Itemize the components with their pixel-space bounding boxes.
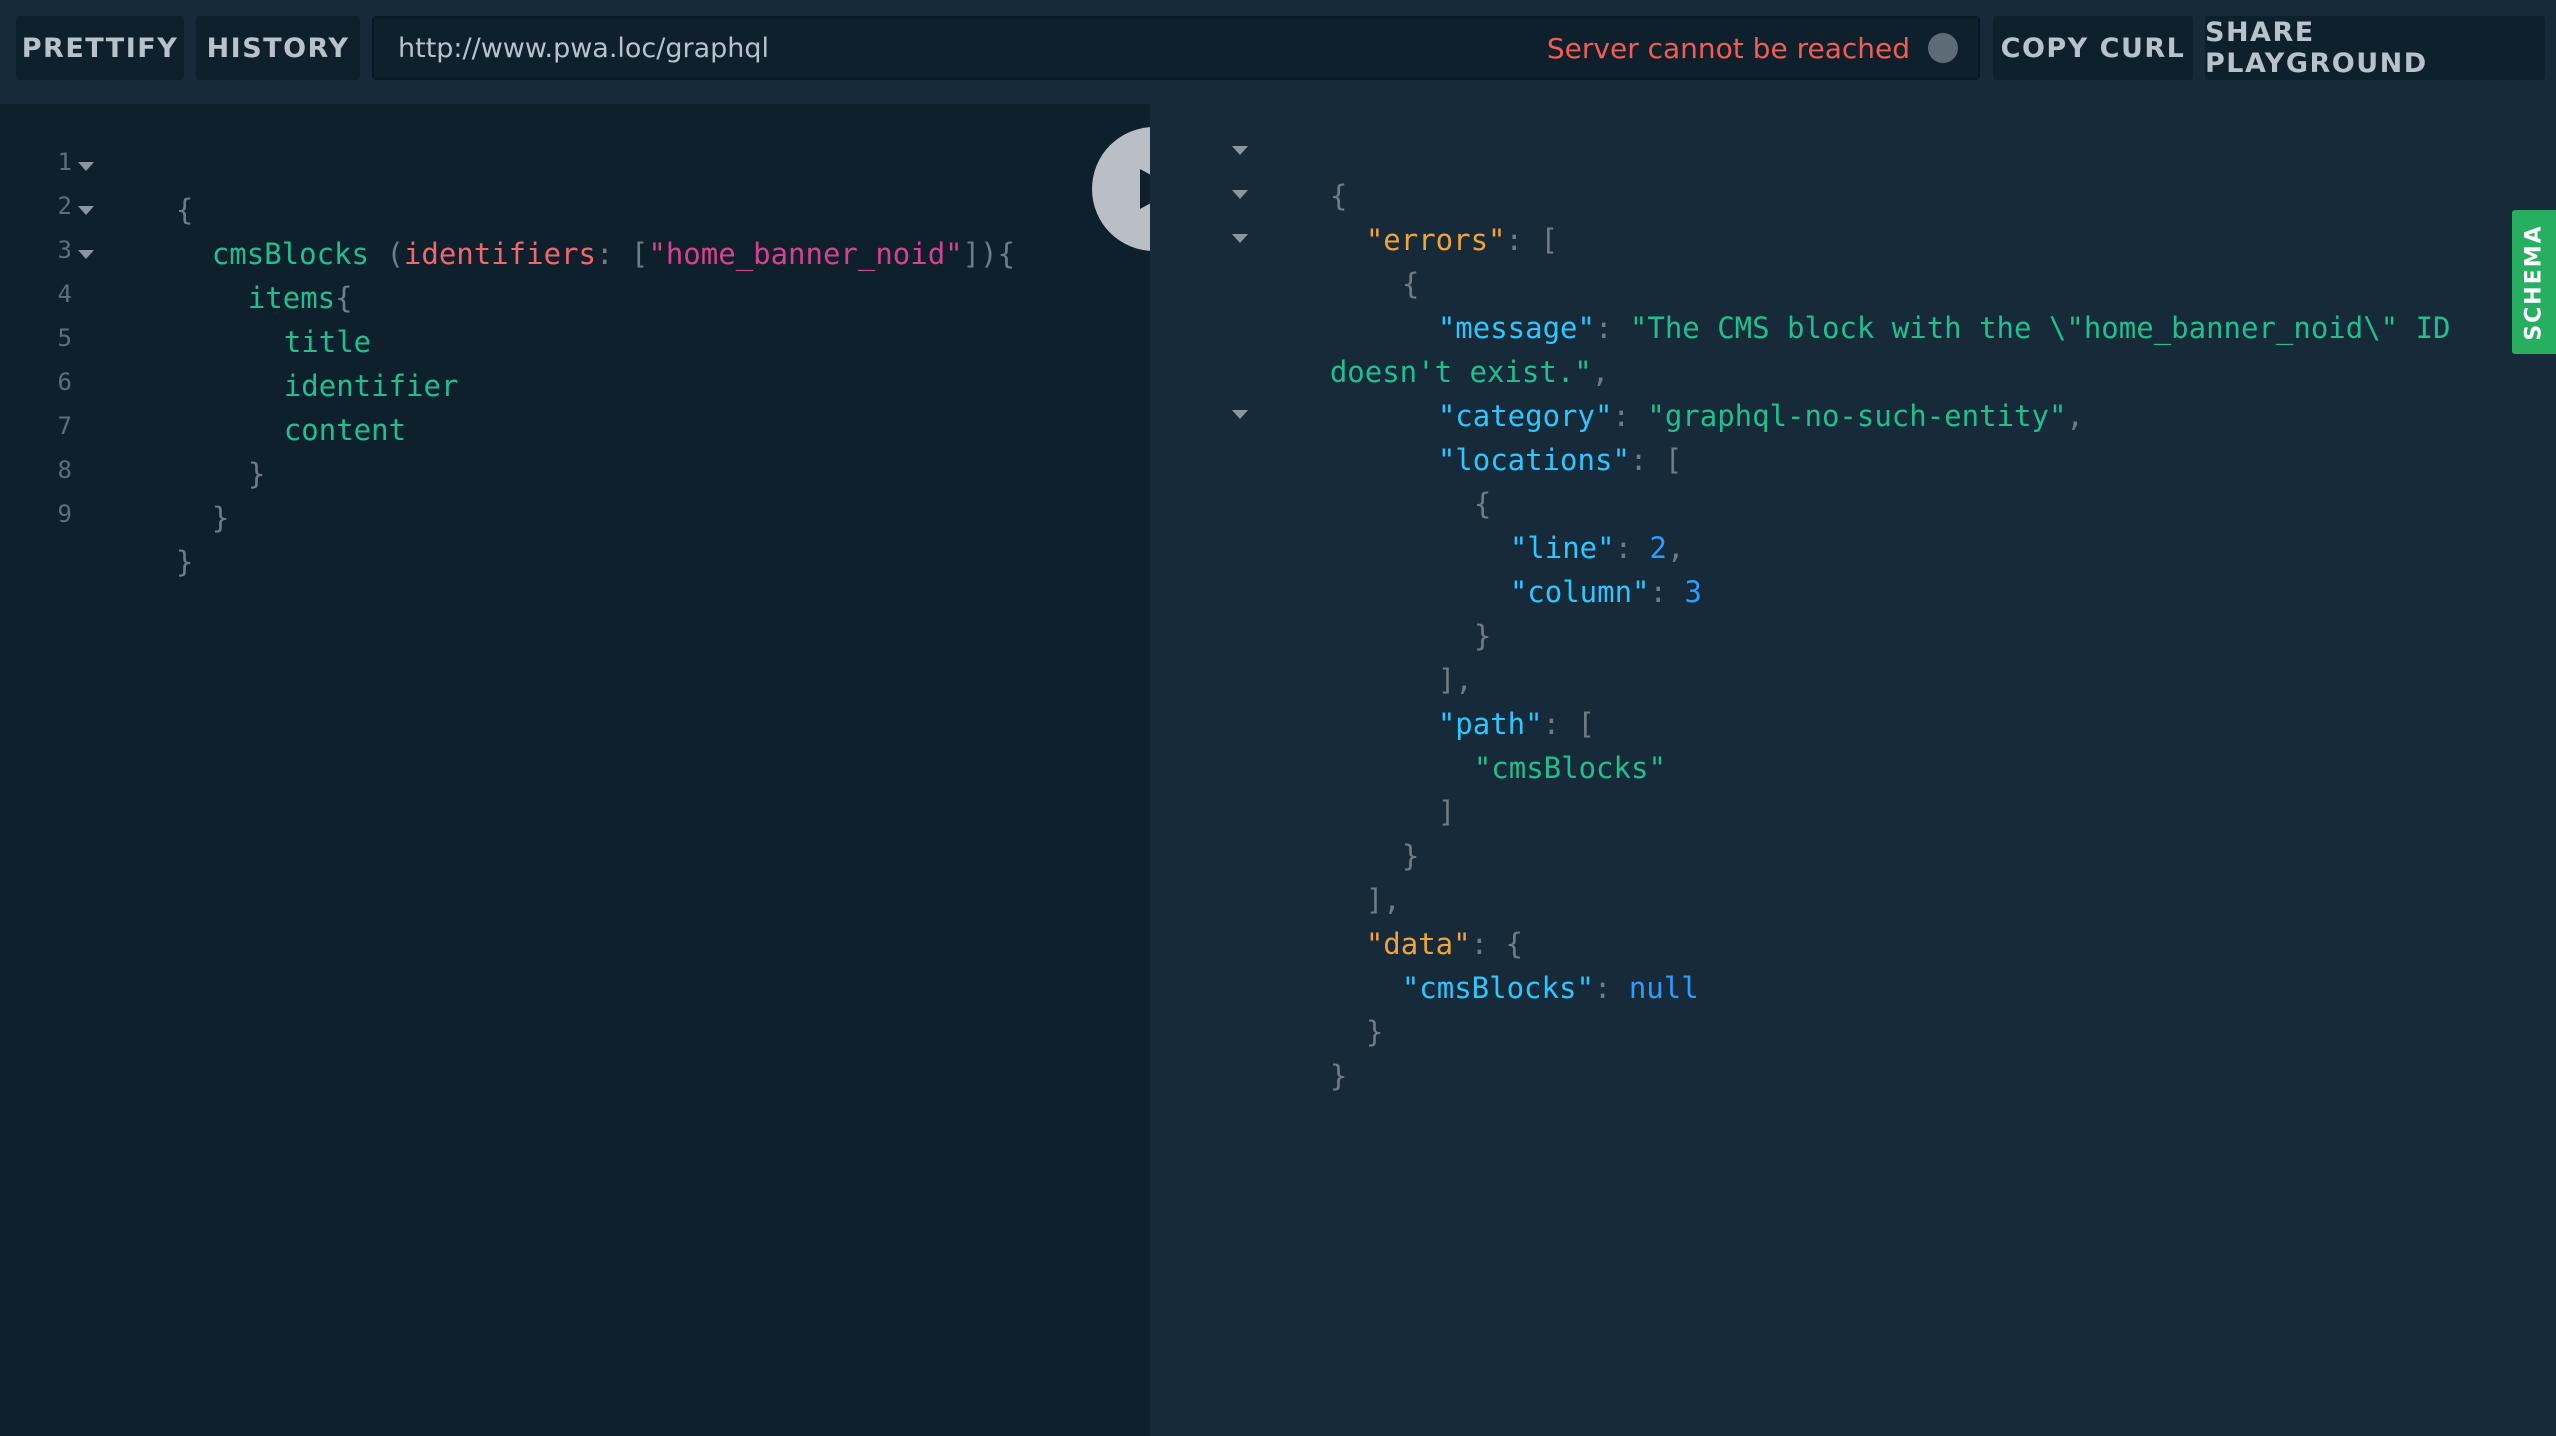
line-number: 3 bbox=[57, 236, 72, 264]
result-line: "errors": [ bbox=[1296, 174, 1558, 257]
line-number: 7 bbox=[57, 412, 72, 440]
result-line: "message": "The CMS block with the \"hom… bbox=[1437, 311, 2451, 345]
code-line-3: items{ bbox=[178, 232, 353, 315]
server-status-text: Server cannot be reached bbox=[1546, 31, 1910, 65]
endpoint-url-input[interactable]: http://www.pwa.loc/graphql Server cannot… bbox=[372, 16, 1980, 80]
json-string: "The CMS block with the \"home_banner_no… bbox=[1629, 311, 2451, 345]
result-line: "path": [ bbox=[1368, 658, 1595, 741]
code-line-6: content bbox=[214, 364, 406, 447]
line-number: 6 bbox=[57, 368, 72, 396]
brace: } bbox=[247, 457, 266, 491]
brace: } bbox=[1365, 1015, 1384, 1049]
brace: } bbox=[175, 545, 194, 579]
toolbar: PRETTIFY HISTORY http://www.pwa.loc/grap… bbox=[0, 0, 2556, 104]
fold-arrow-icon[interactable] bbox=[78, 162, 94, 171]
result-line: "data": { bbox=[1296, 878, 1523, 961]
brace: } bbox=[1401, 839, 1420, 873]
fold-arrow-icon[interactable] bbox=[1232, 410, 1248, 419]
json-key: "column" bbox=[1509, 575, 1650, 609]
code-line-4: title bbox=[214, 276, 371, 359]
fold-arrow-icon[interactable] bbox=[1232, 146, 1248, 155]
result-line: ], bbox=[1368, 614, 1473, 697]
json-string: "cmsBlocks" bbox=[1473, 751, 1666, 785]
json-string: "graphql-no-such-entity" bbox=[1647, 399, 2067, 433]
code-line-8: } bbox=[142, 452, 229, 535]
line-number: 8 bbox=[57, 456, 72, 484]
result-line: } bbox=[1332, 790, 1419, 873]
json-null: null bbox=[1628, 971, 1699, 1005]
result-viewer: { "errors": [ { "message": "The CMS bloc… bbox=[1150, 104, 2556, 1436]
field-name: content bbox=[283, 413, 407, 447]
code-line-2: cmsBlocks (identifiers: ["home_banner_no… bbox=[142, 188, 1015, 271]
brace: ]){ bbox=[962, 237, 1016, 271]
result-line: { bbox=[1404, 438, 1491, 521]
string-value: "home_banner_noid" bbox=[648, 237, 963, 271]
result-line: { bbox=[1260, 130, 1347, 213]
endpoint-url-text[interactable]: http://www.pwa.loc/graphql bbox=[398, 33, 769, 64]
result-line: "locations": [ bbox=[1368, 394, 1682, 477]
json-number: 3 bbox=[1684, 575, 1702, 609]
bracket: : [ bbox=[1629, 443, 1683, 477]
bracket: ] bbox=[1437, 795, 1456, 829]
code-line-9: } bbox=[106, 496, 193, 579]
copy-curl-button[interactable]: COPY CURL bbox=[1993, 16, 2193, 80]
result-line: { bbox=[1332, 218, 1419, 301]
line-number: 4 bbox=[57, 280, 72, 308]
history-button[interactable]: HISTORY bbox=[196, 16, 360, 80]
schema-tab-label: SCHEMA bbox=[2521, 223, 2547, 341]
bracket: : [ bbox=[1505, 223, 1558, 257]
code-line-7: } bbox=[178, 408, 265, 491]
line-number: 5 bbox=[57, 324, 72, 352]
code-line-5: identifier bbox=[214, 320, 459, 403]
result-line: ] bbox=[1368, 746, 1455, 829]
code-line-1: { bbox=[106, 144, 193, 227]
brace: } bbox=[1473, 619, 1492, 653]
result-line: "column": 3 bbox=[1509, 575, 1702, 609]
line-number: 2 bbox=[57, 192, 72, 220]
fold-arrow-icon[interactable] bbox=[1232, 234, 1248, 243]
result-line: } bbox=[1404, 570, 1491, 653]
colon: : bbox=[595, 237, 614, 271]
argument-name: identifiers bbox=[403, 237, 596, 271]
query-editor[interactable]: 1 2 3 4 5 6 7 8 9 { cmsBlocks (identifie… bbox=[0, 104, 1150, 1436]
result-line: "cmsBlocks": null bbox=[1401, 971, 1699, 1005]
brace: } bbox=[211, 501, 230, 535]
prettify-button[interactable]: PRETTIFY bbox=[16, 16, 184, 80]
brace: } bbox=[1329, 1059, 1348, 1093]
line-number: 1 bbox=[57, 148, 72, 176]
result-line: } bbox=[1260, 1010, 1347, 1093]
fold-arrow-icon[interactable] bbox=[78, 206, 94, 215]
fold-arrow-icon[interactable] bbox=[1232, 190, 1248, 199]
bracket: [ bbox=[613, 237, 649, 271]
schema-tab[interactable]: SCHEMA bbox=[2512, 210, 2556, 354]
result-line: "line": 2, bbox=[1509, 531, 1685, 565]
result-line: ], bbox=[1296, 834, 1401, 917]
paren: ( bbox=[386, 237, 404, 271]
share-playground-button[interactable]: SHARE PLAYGROUND bbox=[2205, 16, 2545, 80]
json-key: "cmsBlocks" bbox=[1401, 971, 1594, 1005]
result-line: "cmsBlocks" bbox=[1404, 702, 1666, 785]
fold-arrow-icon[interactable] bbox=[78, 250, 94, 259]
result-line: } bbox=[1296, 966, 1383, 1049]
line-number: 9 bbox=[57, 500, 72, 528]
result-line: "category": "graphql-no-such-entity", bbox=[1437, 399, 2084, 433]
result-line: doesn't exist.", bbox=[1329, 355, 1610, 389]
server-status-dot-icon bbox=[1928, 33, 1958, 63]
